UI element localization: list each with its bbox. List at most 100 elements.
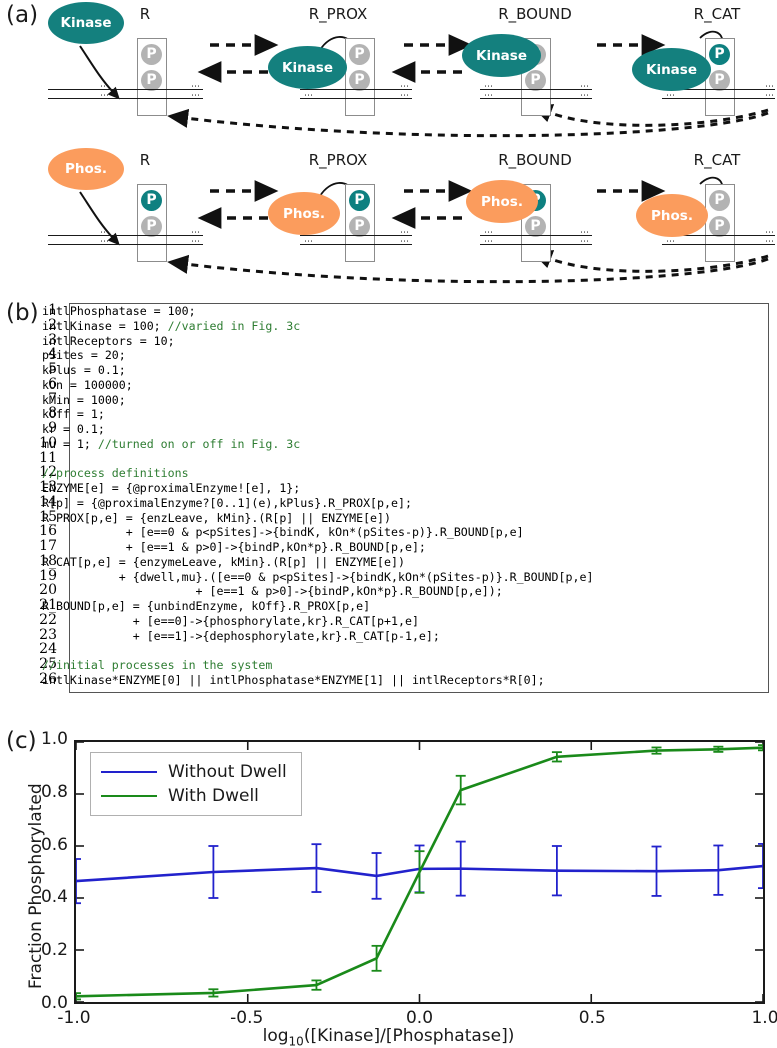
enzyme-kinase-free-row1: Kinase <box>48 2 124 44</box>
membrane-dots-right2: ⋯ <box>580 91 589 101</box>
enzyme-kinase-rbound-row1: Kinase <box>462 34 541 77</box>
chart-legend: Without Dwell With Dwell <box>90 752 302 816</box>
code-line: kOff = 1; <box>42 407 593 422</box>
code-line: kr = 0.1; <box>42 422 593 437</box>
x-tick-label: 0.5 <box>578 1008 606 1028</box>
membrane-dots-left: ⋯ <box>484 82 493 92</box>
membrane-dots-right: ⋯ <box>580 82 589 92</box>
code-line: intlPhosphatase = 100; <box>42 304 593 319</box>
legend-label-without-dwell: Without Dwell <box>168 762 287 782</box>
enzyme-phos-free-row2: Phos. <box>48 148 124 190</box>
code-token: + [e==0]->{phosphorylate,kr}.R_CAT[p+1,e… <box>42 613 419 628</box>
membrane-dots-left2: ⋯ <box>100 237 109 247</box>
membrane-dots-right2: ⋯ <box>400 237 409 247</box>
code-line: kPlus = 0.1; <box>42 363 593 378</box>
x-axis-label: log10([Kinase]/[Phosphatase]) <box>0 1026 777 1048</box>
membrane-dots-left: ⋯ <box>100 228 109 238</box>
legend-label-with-dwell: With Dwell <box>168 786 259 806</box>
state-label-r-row2: R <box>139 151 151 169</box>
code-token: intlReceptors = 10; <box>42 333 175 348</box>
membrane-rprox-row2: ⋯ ⋯ ⋯ ⋯ <box>300 229 412 249</box>
legend-swatch-without-dwell <box>101 771 157 773</box>
code-token: kOff = 1; <box>42 407 105 422</box>
code-token: intlKinase = 100; <box>42 318 168 333</box>
enzyme-kinase-rcat-row1: Kinase <box>632 48 711 91</box>
enzyme-phos-rbound-row2: Phos. <box>466 180 538 223</box>
x-tick-label: 1.0 <box>751 1008 777 1028</box>
enzyme-phos-rprox-row2: Phos. <box>268 192 340 235</box>
code-token: kMin = 1000; <box>42 392 126 407</box>
code-line: R_BOUND[p,e] = {unbindEnzyme, kOff}.R_PR… <box>42 599 593 614</box>
code-line: intlKinase = 100; //varied in Fig. 3c <box>42 319 593 334</box>
membrane-dots-left2: ⋯ <box>666 237 675 247</box>
code-token: + {dwell,mu}.([e==0 & p<pSites]->{bindK,… <box>42 569 594 584</box>
membrane-dots-right: ⋯ <box>400 82 409 92</box>
membrane-dots-right: ⋯ <box>580 228 589 238</box>
code-token: mu = 1; <box>42 436 98 451</box>
membrane-dots-right2: ⋯ <box>580 237 589 247</box>
code-token: R_CAT[p,e] = {enzymeLeave, kMin}.(R[p] |… <box>42 554 405 569</box>
code-line: intlKinase*ENZYME[0] || intlPhosphatase*… <box>42 673 593 688</box>
membrane-rprox-row1: ⋯ ⋯ ⋯ ⋯ <box>300 82 412 103</box>
code-token: + [e==1 & p>0]->{bindP,kOn*p}.R_BOUND[p,… <box>42 584 503 599</box>
membrane-dots-right: ⋯ <box>765 228 774 238</box>
code-line: R_PROX[p,e] = {enzLeave, kMin}.(R[p] || … <box>42 511 593 526</box>
code-line: + [e==0]->{phosphorylate,kr}.R_CAT[p+1,e… <box>42 614 593 629</box>
psite-1-rcat-row2: P <box>709 190 730 211</box>
membrane-r-row1: ⋯ ⋯ ⋯ ⋯ <box>48 82 203 103</box>
membrane-dots-left2: ⋯ <box>484 91 493 101</box>
membrane-dots-left2: ⋯ <box>484 237 493 247</box>
membrane-rbound-row2: ⋯ ⋯ ⋯ ⋯ <box>480 228 592 249</box>
psite-1-rprox-row1: P <box>349 44 370 65</box>
membrane-dots-left2: ⋯ <box>100 91 109 101</box>
code-token: kOn = 100000; <box>42 377 133 392</box>
state-label-rprox-row2: R_PROX <box>308 151 368 169</box>
code-line: //initial processes in the system <box>42 658 593 673</box>
code-token: R[p] = {@proximalEnzyme?[0..1](e),kPlus}… <box>42 495 412 510</box>
code-line: mu = 1; //turned on or off in Fig. 3c <box>42 437 593 452</box>
x-tick-label: -1.0 <box>57 1008 91 1028</box>
membrane-dots-left: ⋯ <box>484 228 493 238</box>
membrane-dots-left: ⋯ <box>100 82 109 92</box>
state-label-rcat-row2: R_CAT <box>693 151 741 169</box>
membrane-rbound-row1: ⋯ ⋯ ⋯ ⋯ <box>480 82 592 103</box>
membrane-dots-right2: ⋯ <box>191 237 200 247</box>
code-line: R[p] = {@proximalEnzyme?[0..1](e),kPlus}… <box>42 496 593 511</box>
code-token: + [e==1 & p>0]->{bindP,kOn*p}.R_BOUND[p,… <box>42 540 426 554</box>
membrane-dots-left2: ⋯ <box>304 91 313 101</box>
code-line: + [e==1]->{dephosphorylate,kr}.R_CAT[p-1… <box>42 629 593 644</box>
y-tick-label: 1.0 <box>40 729 68 749</box>
code-token: intlPhosphatase = 100; <box>42 304 196 318</box>
psite-1-r-row2: P <box>141 190 162 211</box>
psite-1-r-row1: P <box>141 44 162 65</box>
code-comment: //turned on or off in Fig. 3c <box>97 436 301 451</box>
code-line: pSites = 20; <box>42 348 593 363</box>
enzyme-phos-rcat-row2: Phos. <box>636 194 708 237</box>
code-token: R_BOUND[p,e] = {unbindEnzyme, kOff}.R_PR… <box>42 599 371 613</box>
panel-c-chart: (c) Without Dwell With Dwell 0.0 0.2 0.4 0.… <box>0 704 777 1048</box>
code-token: + [e==0 & p<pSites]->{bindK, kOn*(pSites… <box>42 525 524 540</box>
membrane-dots-right2: ⋯ <box>765 237 774 247</box>
legend-entry-with-dwell: With Dwell <box>101 784 287 808</box>
membrane-dots-right: ⋯ <box>191 82 200 92</box>
code-comment: //varied in Fig. 3c <box>167 318 301 333</box>
membrane-dots-right2: ⋯ <box>191 91 200 101</box>
psite-1-rcat-row1: P <box>709 44 730 65</box>
state-label-rbound-row2: R_BOUND <box>498 151 572 169</box>
code-token: intlKinase*ENZYME[0] || intlPhosphatase*… <box>42 672 545 687</box>
code-line: + {dwell,mu}.([e==0 & p<pSites]->{bindK,… <box>42 569 594 585</box>
membrane-dots-left2: ⋯ <box>304 237 313 247</box>
legend-entry-without-dwell: Without Dwell <box>101 760 287 784</box>
code-line: intlReceptors = 10; <box>42 334 593 349</box>
x-axis-label-rest: ([Kinase]/[Phosphatase]) <box>303 1026 515 1046</box>
membrane-dots-right2: ⋯ <box>765 91 774 101</box>
code-token: pSites = 20; <box>42 348 126 363</box>
code-line: kOn = 100000; <box>42 378 593 393</box>
panel-b-code: (b) 1 2 3 4 5 6 7 8 9 10 11 12 13 14 15 16 17 18 19 20 21 22 2… <box>0 292 777 704</box>
x-tick-label: 0.0 <box>405 1008 434 1028</box>
membrane-r-row2: ⋯ ⋯ ⋯ ⋯ <box>48 228 203 249</box>
code-token: kPlus = 0.1; <box>42 363 126 377</box>
code-token: R_PROX[p,e] = {enzLeave, kMin}.(R[p] || … <box>42 510 392 525</box>
